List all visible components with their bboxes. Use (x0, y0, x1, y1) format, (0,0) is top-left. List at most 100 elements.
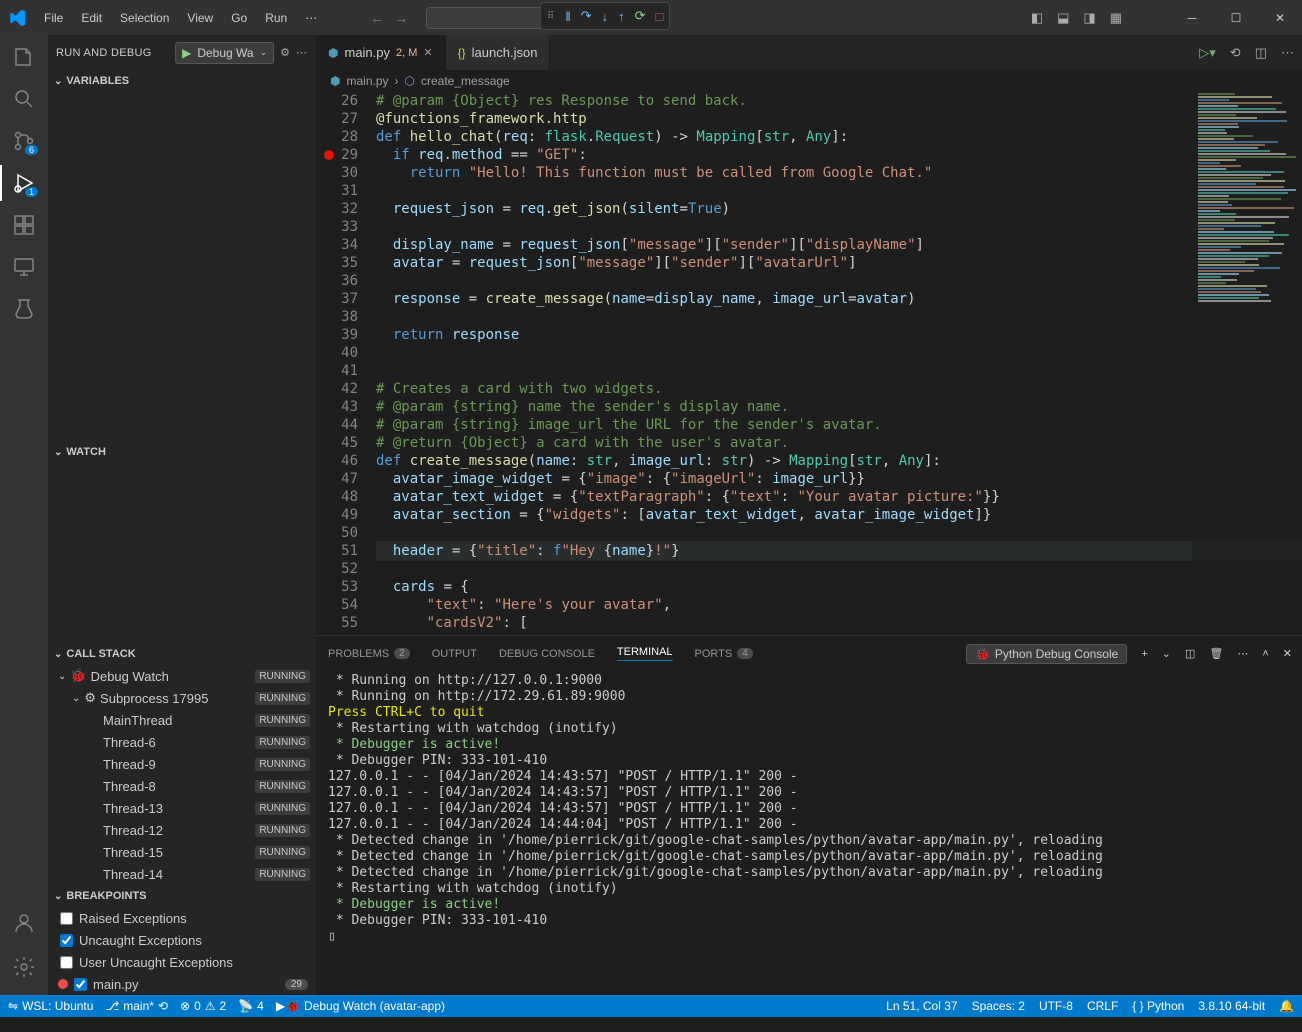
close-tab-icon[interactable]: ✕ (423, 46, 432, 59)
code-line[interactable]: display_name = request_json["message"]["… (376, 236, 1302, 254)
code-editor[interactable]: 2627282930313233343536373839404142434445… (316, 92, 1302, 635)
testing-icon[interactable] (12, 297, 36, 321)
terminal-chevron-icon[interactable]: ⌄ (1162, 647, 1171, 660)
code-line[interactable]: request_json = req.get_json(silent=True) (376, 200, 1302, 218)
cursor-position[interactable]: Ln 51, Col 37 (886, 999, 957, 1013)
code-line[interactable] (376, 308, 1302, 326)
nav-fwd-icon[interactable]: → (394, 10, 408, 26)
encoding-status[interactable]: UTF-8 (1039, 999, 1073, 1013)
code-line[interactable]: avatar_section = {"widgets": [avatar_tex… (376, 506, 1302, 524)
terminal-output[interactable]: * Running on http://127.0.0.1:9000 * Run… (316, 671, 1302, 995)
menu-file[interactable]: File (36, 7, 71, 29)
minimap[interactable] (1192, 92, 1302, 635)
watch-header[interactable]: ⌄WATCH (48, 441, 316, 463)
code-line[interactable] (376, 344, 1302, 362)
breakpoint-checkbox[interactable] (60, 912, 73, 925)
run-file-icon[interactable]: ▷▾ (1199, 45, 1216, 61)
close-button[interactable]: ✕ (1258, 0, 1302, 35)
code-line[interactable] (376, 524, 1302, 542)
callstack-row[interactable]: Thread-13RUNNING (48, 797, 316, 819)
breakpoints-header[interactable]: ⌄BREAKPOINTS (48, 885, 316, 907)
callstack-row[interactable]: ⌄🐞Debug WatchRUNNING (48, 665, 316, 687)
kill-terminal-icon[interactable]: 🗑 (1209, 647, 1223, 660)
code-line[interactable]: # Creates a card with two widgets. (376, 380, 1302, 398)
eol-status[interactable]: CRLF (1087, 999, 1118, 1013)
debug-pause-icon[interactable]: ‖ (565, 9, 570, 24)
code-line[interactable]: def create_message(name: str, image_url:… (376, 452, 1302, 470)
breadcrumb[interactable]: ⬢ main.py › ⬡ create_message (316, 70, 1302, 92)
breakpoint-row[interactable]: Uncaught Exceptions (48, 929, 316, 951)
close-panel-icon[interactable]: ✕ (1283, 647, 1292, 660)
extensions-icon[interactable] (12, 213, 36, 237)
sync-icon[interactable]: ⟲ (158, 999, 168, 1013)
panel-tab-output[interactable]: OUTPUT (432, 648, 477, 660)
customize-layout-icon[interactable]: ▦ (1110, 10, 1122, 26)
new-terminal-icon[interactable]: + (1141, 648, 1147, 660)
panel-tab-terminal[interactable]: TERMINAL (617, 646, 673, 661)
toggle-panel-icon[interactable]: ⬓ (1057, 10, 1069, 26)
code-line[interactable]: "cardsV2": [ (376, 614, 1302, 632)
accounts-icon[interactable] (12, 911, 36, 935)
debug-stepover-icon[interactable]: ↷ (581, 8, 592, 24)
code-line[interactable] (376, 218, 1302, 236)
settings-icon[interactable] (12, 955, 36, 979)
debug-alt-icon[interactable]: ⟲ (1230, 45, 1241, 61)
terminal-selector[interactable]: 🐞Python Debug Console (966, 644, 1127, 664)
editor-tab[interactable]: ⬢main.py2, M✕ (316, 35, 446, 70)
configure-icon[interactable]: ⚙ (280, 46, 290, 59)
callstack-header[interactable]: ⌄CALL STACK (48, 643, 316, 665)
menu-selection[interactable]: Selection (112, 7, 177, 29)
code-line[interactable]: # @param {string} name the sender's disp… (376, 398, 1302, 416)
code-line[interactable] (376, 182, 1302, 200)
menu-run[interactable]: Run (257, 7, 295, 29)
more-editor-icon[interactable]: ⋯ (1281, 45, 1294, 61)
ports-indicator[interactable]: 📡4 (238, 999, 264, 1013)
remote-explorer-icon[interactable] (12, 255, 36, 279)
code-line[interactable]: return "Hello! This function must be cal… (376, 164, 1302, 182)
debug-stepout-icon[interactable]: ↑ (618, 9, 625, 24)
code-line[interactable] (376, 362, 1302, 380)
indent-status[interactable]: Spaces: 2 (972, 999, 1025, 1013)
remote-indicator[interactable]: ⇋WSL: Ubuntu (8, 999, 93, 1013)
breakpoint-dot-icon[interactable] (324, 150, 334, 160)
code-line[interactable]: return response (376, 326, 1302, 344)
breakpoint-row[interactable]: Raised Exceptions (48, 907, 316, 929)
callstack-row[interactable]: MainThreadRUNNING (48, 709, 316, 731)
notifications-icon[interactable]: 🔔 (1279, 999, 1294, 1013)
breakpoint-checkbox[interactable] (60, 934, 73, 947)
panel-tab-ports[interactable]: PORTS4 (695, 648, 753, 660)
panel-tab-debug-console[interactable]: DEBUG CONSOLE (499, 648, 595, 660)
callstack-row[interactable]: Thread-9RUNNING (48, 753, 316, 775)
toggle-sidebar-icon[interactable]: ◧ (1031, 10, 1043, 26)
interpreter-status[interactable]: 3.8.10 64-bit (1198, 999, 1265, 1013)
breakpoint-checkbox[interactable] (74, 978, 87, 991)
toggle-secondary-icon[interactable]: ◨ (1083, 10, 1095, 26)
code-line[interactable]: # @return {Object} a card with the user'… (376, 434, 1302, 452)
code-line[interactable]: "text": "Here's your avatar", (376, 596, 1302, 614)
menu-go[interactable]: Go (223, 7, 255, 29)
drag-handle-icon[interactable]: ⠿ (547, 11, 555, 22)
maximize-button[interactable]: ☐ (1214, 0, 1258, 35)
more-terminal-icon[interactable]: ⋯ (1237, 647, 1248, 660)
panel-tab-problems[interactable]: PROBLEMS2 (328, 648, 410, 660)
explorer-icon[interactable] (12, 45, 36, 69)
language-status[interactable]: { } Python (1132, 999, 1184, 1013)
callstack-row[interactable]: Thread-12RUNNING (48, 819, 316, 841)
code-line[interactable]: response = create_message(name=display_n… (376, 290, 1302, 308)
branch-indicator[interactable]: ⎇main*⟲ (105, 999, 168, 1013)
scm-icon[interactable]: 6 (12, 129, 36, 153)
callstack-row[interactable]: Thread-15RUNNING (48, 841, 316, 863)
editor-tab[interactable]: {}launch.json (446, 35, 551, 70)
breakpoint-file-row[interactable]: main.py29 (48, 973, 316, 995)
search-icon[interactable] (12, 87, 36, 111)
code-line[interactable]: avatar = request_json["message"]["sender… (376, 254, 1302, 272)
code-line[interactable]: header = {"title": f"Hey {name}!"} (376, 542, 1302, 560)
minimize-button[interactable]: ─ (1170, 0, 1214, 35)
code-line[interactable]: if req.method == "GET": (376, 146, 1302, 164)
code-line[interactable] (376, 560, 1302, 578)
debug-restart-icon[interactable]: ⟳ (635, 8, 646, 24)
code-line[interactable]: def hello_chat(req: flask.Request) -> Ma… (376, 128, 1302, 146)
split-editor-icon[interactable]: ◫ (1255, 45, 1267, 61)
debug-stepinto-icon[interactable]: ↓ (602, 9, 609, 24)
debug-stop-icon[interactable]: □ (656, 9, 664, 24)
